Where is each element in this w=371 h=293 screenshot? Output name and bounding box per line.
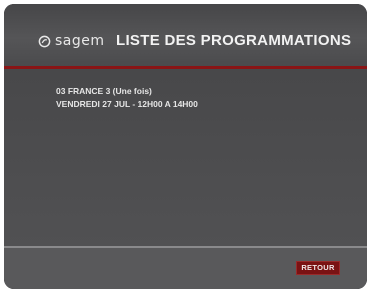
tv-screen: sagem LISTE DES PROGRAMMATIONS 03 FRANCE…: [4, 4, 367, 289]
program-schedule: VENDREDI 27 JUL - 12H00 A 14H00: [56, 99, 198, 109]
page-title: LISTE DES PROGRAMMATIONS: [116, 32, 352, 49]
programming-list: 03 FRANCE 3 (Une fois) VENDREDI 27 JUL -…: [4, 69, 367, 246]
brand-name: sagem: [55, 33, 105, 49]
sagem-logo-icon: [38, 35, 51, 47]
program-channel: 03 FRANCE 3 (Une fois): [56, 86, 152, 96]
retour-button[interactable]: RETOUR: [296, 261, 340, 275]
header-bar: sagem LISTE DES PROGRAMMATIONS: [4, 4, 367, 66]
footer-bar: RETOUR: [4, 248, 367, 289]
brand-logo: sagem: [38, 31, 105, 51]
list-item[interactable]: 03 FRANCE 3 (Une fois) VENDREDI 27 JUL -…: [56, 85, 198, 111]
